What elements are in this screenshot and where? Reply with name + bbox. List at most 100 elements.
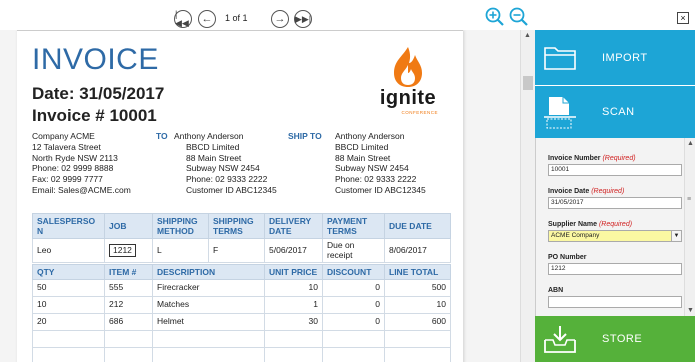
previous-page-icon: ←	[201, 12, 213, 25]
zoom-out-icon[interactable]	[508, 6, 530, 30]
item-cell: 212	[104, 296, 153, 314]
qty-cell: 20	[32, 313, 105, 331]
description-cell	[152, 347, 265, 362]
po-number-input[interactable]: 1212	[548, 263, 682, 275]
table-row: 20 686 Helmet 30 0 600	[32, 313, 451, 331]
ship-to-line: 88 Main Street	[335, 152, 391, 163]
ship-to-line: Subway NSW 2454	[335, 163, 409, 174]
abn-label: ABN	[548, 287, 564, 294]
scroll-up-icon[interactable]: ▲	[687, 140, 694, 147]
column-header: UNIT PRICE	[264, 264, 323, 280]
page-indicator: 1 of 1	[225, 13, 248, 23]
close-button[interactable]: ×	[677, 12, 689, 24]
scroll-thumb[interactable]	[523, 76, 533, 90]
last-page-button[interactable]: ▶▶|	[294, 10, 312, 28]
scroll-up-icon[interactable]: ▲	[524, 32, 531, 39]
next-page-button[interactable]: →	[271, 10, 289, 28]
description-cell: Firecracker	[152, 279, 265, 297]
line-total-cell: 500	[384, 279, 451, 297]
shipping-method-cell: L	[152, 238, 209, 263]
scroll-grip-icon[interactable]: ≡	[687, 196, 691, 203]
table-header-row: SALESPERSO N JOB SHIPPING METHOD SHIPPIN…	[32, 213, 451, 239]
column-header: SHIPPING TERMS	[208, 213, 265, 239]
due-date-cell: 8/06/2017	[384, 238, 451, 263]
invoice-fields-form: Invoice Number (Required) 10001 Invoice …	[535, 138, 695, 316]
item-cell: 686	[104, 313, 153, 331]
table-row: Leo 1212 L F 5/06/2017 Due on receipt 8/…	[32, 238, 451, 263]
next-page-icon: →	[274, 12, 286, 25]
unit-price-cell	[264, 347, 323, 362]
zoom-in-icon[interactable]	[484, 6, 506, 30]
previous-page-button[interactable]: ←	[198, 10, 216, 28]
qty-cell	[32, 330, 105, 348]
field-label-text: Invoice Number	[548, 155, 601, 162]
form-fields: Invoice Number (Required) 10001 Invoice …	[548, 154, 682, 316]
column-header: DESCRIPTION	[152, 264, 265, 280]
ship-to-line: Customer ID ABC12345	[335, 184, 426, 195]
shipping-terms-cell: F	[208, 238, 265, 263]
ship-to-label: SHIP TO	[288, 131, 322, 141]
required-marker: (Required)	[598, 221, 633, 228]
invoice-date-input[interactable]: 31/05/2017	[548, 197, 682, 209]
scroll-down-icon[interactable]: ▼	[687, 307, 694, 314]
column-header: DISCOUNT	[322, 264, 385, 280]
ship-to-address: Anthony Anderson BBCD Limited 88 Main St…	[335, 131, 426, 196]
line-total-cell: 600	[384, 313, 451, 331]
from-address: Company ACME 12 Talavera Street North Ry…	[32, 131, 131, 196]
table-row: 50 555 Firecracker 10 0 500	[32, 279, 451, 297]
document-viewer[interactable]: INVOICE Date: 31/05/2017 Invoice # 10001…	[0, 30, 520, 362]
first-page-button[interactable]: |◀◀	[174, 10, 192, 28]
column-header: PAYMENT TERMS	[322, 213, 385, 239]
invoice-number-label: Invoice Number (Required)	[548, 154, 682, 164]
qty-cell	[32, 347, 105, 362]
scan-label: SCAN	[602, 106, 635, 118]
discount-cell: 0	[322, 313, 385, 331]
salesperson-cell: Leo	[32, 238, 105, 263]
store-button[interactable]: STORE	[535, 316, 695, 362]
discount-cell: 0	[322, 296, 385, 314]
payment-terms-cell: Due on receipt	[322, 238, 385, 263]
invoice-capture-app: |◀◀ ← 1 of 1 → ▶▶| INVOICE Date: 31/05/2…	[0, 0, 695, 362]
folder-icon	[544, 47, 576, 70]
required-marker: (Required)	[591, 188, 625, 195]
document-scrollbar[interactable]: ▲	[520, 30, 535, 362]
to-line: 88 Main Street	[186, 152, 242, 163]
to-line: Subway NSW 2454	[186, 163, 260, 174]
item-cell	[104, 347, 153, 362]
scan-button[interactable]: SCAN	[535, 86, 695, 138]
to-line: Anthony Anderson	[174, 131, 244, 141]
import-button[interactable]: IMPORT	[535, 30, 695, 85]
from-line: Company ACME	[32, 131, 95, 141]
scan-document-icon	[544, 97, 576, 129]
ship-to-line: Anthony Anderson	[335, 131, 405, 141]
abn-input[interactable]	[548, 296, 682, 308]
form-scrollbar[interactable]: ▲ ≡ ▼	[684, 138, 695, 316]
ship-to-line: Phone: 02 9333 2222	[335, 174, 417, 185]
column-header: LINE TOTAL	[384, 264, 451, 280]
column-header: JOB	[104, 213, 153, 239]
table-row: 10 212 Matches 1 0 10	[32, 296, 451, 314]
column-header: QTY	[32, 264, 105, 280]
column-header: DUE DATE	[384, 213, 451, 239]
chevron-down-icon[interactable]: ▼	[671, 231, 681, 241]
invoice-date-label: Invoice Date (Required)	[548, 187, 682, 197]
table-row	[32, 347, 451, 362]
item-cell	[104, 330, 153, 348]
import-label: IMPORT	[602, 51, 648, 64]
ship-to-line: BBCD Limited	[335, 141, 389, 152]
from-line: Email: Sales@ACME.com	[32, 184, 131, 195]
company-logo: ignite CONFERENCE	[372, 45, 444, 117]
store-label: STORE	[602, 333, 643, 345]
unit-price-cell: 30	[264, 313, 323, 331]
supplier-name-select[interactable]: ACME Company ▼	[548, 230, 682, 242]
supplier-name-value: ACME Company	[551, 232, 600, 239]
panel-header: ×	[535, 0, 695, 30]
invoice-title: INVOICE	[32, 43, 159, 76]
capture-panel: × IMPORT SCAN Invoice Number (Required) …	[535, 0, 695, 362]
first-page-icon: |◀◀	[175, 9, 189, 28]
flame-icon	[394, 47, 422, 87]
po-number-label: PO Number	[548, 254, 587, 261]
last-page-icon: ▶▶|	[294, 13, 312, 24]
discount-cell	[322, 330, 385, 348]
invoice-number-input[interactable]: 10001	[548, 164, 682, 176]
